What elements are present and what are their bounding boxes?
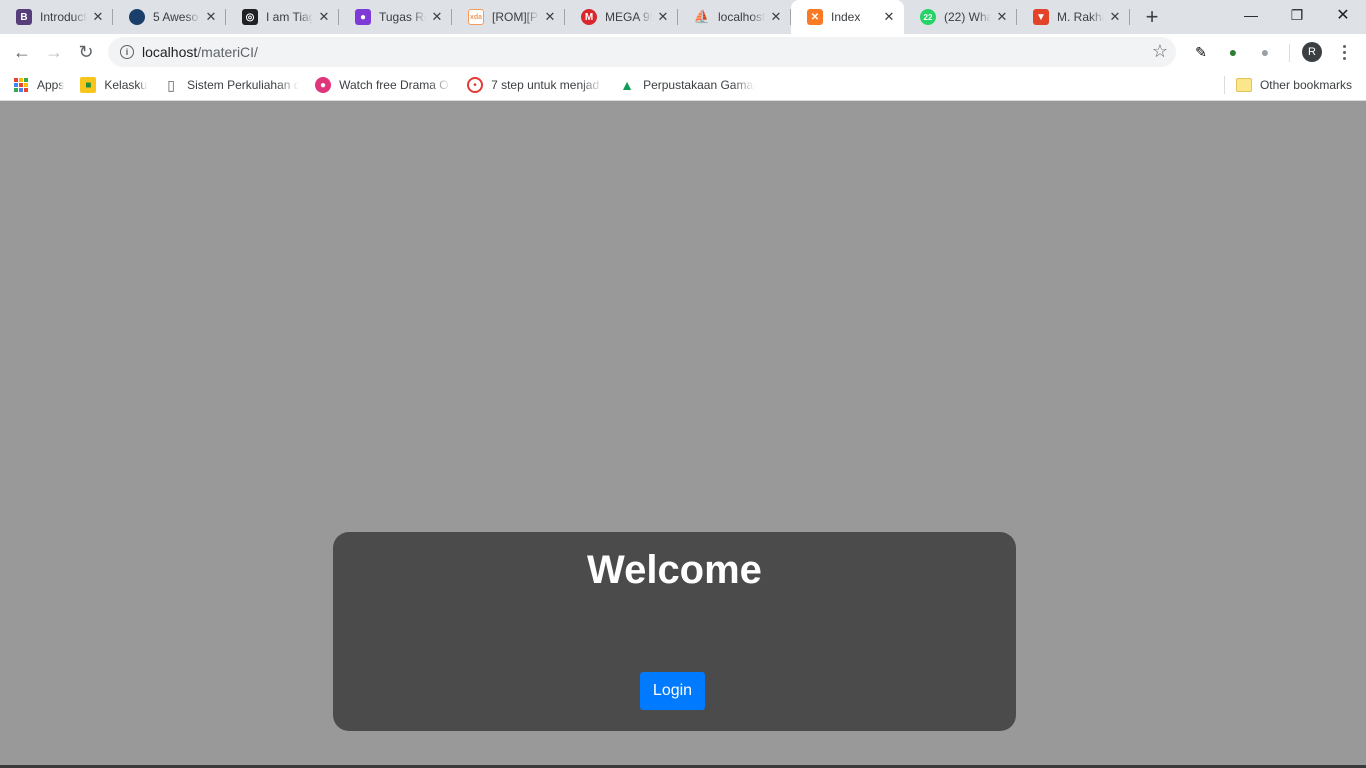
target-icon: • (467, 77, 484, 93)
close-icon[interactable]: ✕ (652, 6, 674, 28)
bookmark-kelasku[interactable]: ■ Kelasku (72, 73, 155, 97)
tab-whatsapp[interactable]: 22 (22) Wha ✕ (904, 0, 1017, 34)
tab-mega[interactable]: M MEGA 95 ✕ (565, 0, 678, 34)
close-icon[interactable]: ✕ (765, 6, 787, 28)
url-text[interactable]: localhost/materiCI/ (142, 44, 258, 60)
reload-button[interactable]: ↻ (70, 36, 102, 68)
whatsapp-icon: 22 (920, 9, 936, 25)
tab-gitlab[interactable]: ▼ M. Rakha ✕ (1017, 0, 1130, 34)
mega-icon: M (581, 9, 597, 25)
xampp-icon: ✕ (807, 9, 823, 25)
gitlab-icon: ▼ (1033, 9, 1049, 25)
tab-tugas[interactable]: ● Tugas Re ✕ (339, 0, 452, 34)
bookmark-7-step[interactable]: • 7 step untuk menjad (459, 73, 611, 97)
tab-i-am-tiago[interactable]: ◎ I am Tiag ✕ (226, 0, 339, 34)
page-icon: ▯ (167, 76, 175, 93)
tab-rom[interactable]: xda [ROM][P ✕ (452, 0, 565, 34)
tab-index[interactable]: ✕ Index ✕ (791, 0, 904, 34)
bootstrap-icon: B (16, 9, 32, 25)
minimize-button[interactable]: — (1228, 0, 1274, 30)
close-icon[interactable]: ✕ (426, 6, 448, 28)
apps-grid-icon (14, 78, 28, 92)
bookmark-watch-drama[interactable]: ● Watch free Drama O (307, 73, 459, 97)
tab-title: M. Rakha (1057, 10, 1104, 24)
welcome-card: Welcome Login (333, 532, 1016, 731)
close-icon[interactable]: ✕ (313, 6, 335, 28)
close-icon[interactable]: ✕ (87, 6, 109, 28)
folder-icon (1235, 78, 1252, 92)
close-icon[interactable]: ✕ (539, 6, 561, 28)
profile-avatar[interactable]: R (1302, 42, 1322, 62)
restore-button[interactable]: ❐ (1274, 0, 1320, 30)
extension-icon[interactable]: ✎ (1191, 42, 1211, 62)
tab-5-awesome[interactable]: 5 Aweso ✕ (113, 0, 226, 34)
other-bookmarks[interactable]: Other bookmarks (1228, 73, 1360, 97)
forward-button[interactable]: → (38, 36, 70, 68)
tab-title: Tugas Re (379, 10, 426, 24)
xda-icon: xda (468, 9, 484, 25)
back-button[interactable]: ← (6, 36, 38, 68)
close-icon[interactable]: ✕ (878, 6, 900, 28)
google-drive-icon: ▲ (620, 77, 634, 93)
new-tab-button[interactable]: + (1136, 0, 1168, 34)
info-icon[interactable]: i (120, 45, 134, 59)
tab-title: 5 Aweso (153, 10, 199, 24)
tab-strip: B Introduct ✕ 5 Aweso ✕ ◎ I am Tiag ✕ ● … (0, 0, 1366, 34)
welcome-title: Welcome (587, 548, 762, 592)
close-icon[interactable]: ✕ (200, 6, 222, 28)
close-icon[interactable]: ✕ (991, 6, 1013, 28)
tab-title: (22) Wha (944, 10, 991, 24)
tab-title: MEGA 95 (605, 10, 652, 24)
tab-localhost[interactable]: ⛵ localhost ✕ (678, 0, 791, 34)
classroom-icon: ● (355, 9, 371, 25)
bookmarks-bar: Apps ■ Kelasku ▯ Sistem Perkuliahan d ● … (0, 70, 1366, 101)
tab-title: [ROM][P (492, 10, 539, 24)
chat-icon: ◎ (242, 9, 258, 25)
tab-title: I am Tiag (266, 10, 313, 24)
tab-title: localhost (718, 10, 765, 24)
browser-toolbar: ← → ↻ i localhost/materiCI/ ☆ ✎ ● ● R (0, 34, 1366, 70)
bookmark-star-icon[interactable]: ☆ (1152, 41, 1168, 62)
phpmyadmin-icon: ⛵ (693, 9, 711, 24)
close-icon[interactable]: ✕ (1104, 6, 1126, 28)
extension-icon[interactable]: ● (1255, 42, 1275, 62)
page-content: Welcome Login (0, 101, 1366, 768)
menu-icon[interactable] (1336, 40, 1352, 64)
login-button[interactable]: Login (640, 672, 705, 710)
classroom-icon: ■ (80, 77, 97, 93)
drama-icon: ● (315, 77, 332, 93)
globe-icon (129, 9, 145, 25)
bookmark-apps[interactable]: Apps (6, 73, 72, 97)
globe-extension-icon[interactable]: ● (1223, 42, 1243, 62)
bookmark-perpustakaan[interactable]: ▲ Perpustakaan Gamap (611, 73, 763, 97)
bookmark-sistem-perkuliahan[interactable]: ▯ Sistem Perkuliahan d (155, 73, 307, 97)
close-window-button[interactable]: ✕ (1320, 0, 1366, 30)
tab-title: Introduct (40, 10, 87, 24)
address-bar[interactable]: i localhost/materiCI/ ☆ (108, 37, 1176, 67)
tab-title: Index (831, 10, 861, 24)
tab-introduction[interactable]: B Introduct ✕ (0, 0, 113, 34)
